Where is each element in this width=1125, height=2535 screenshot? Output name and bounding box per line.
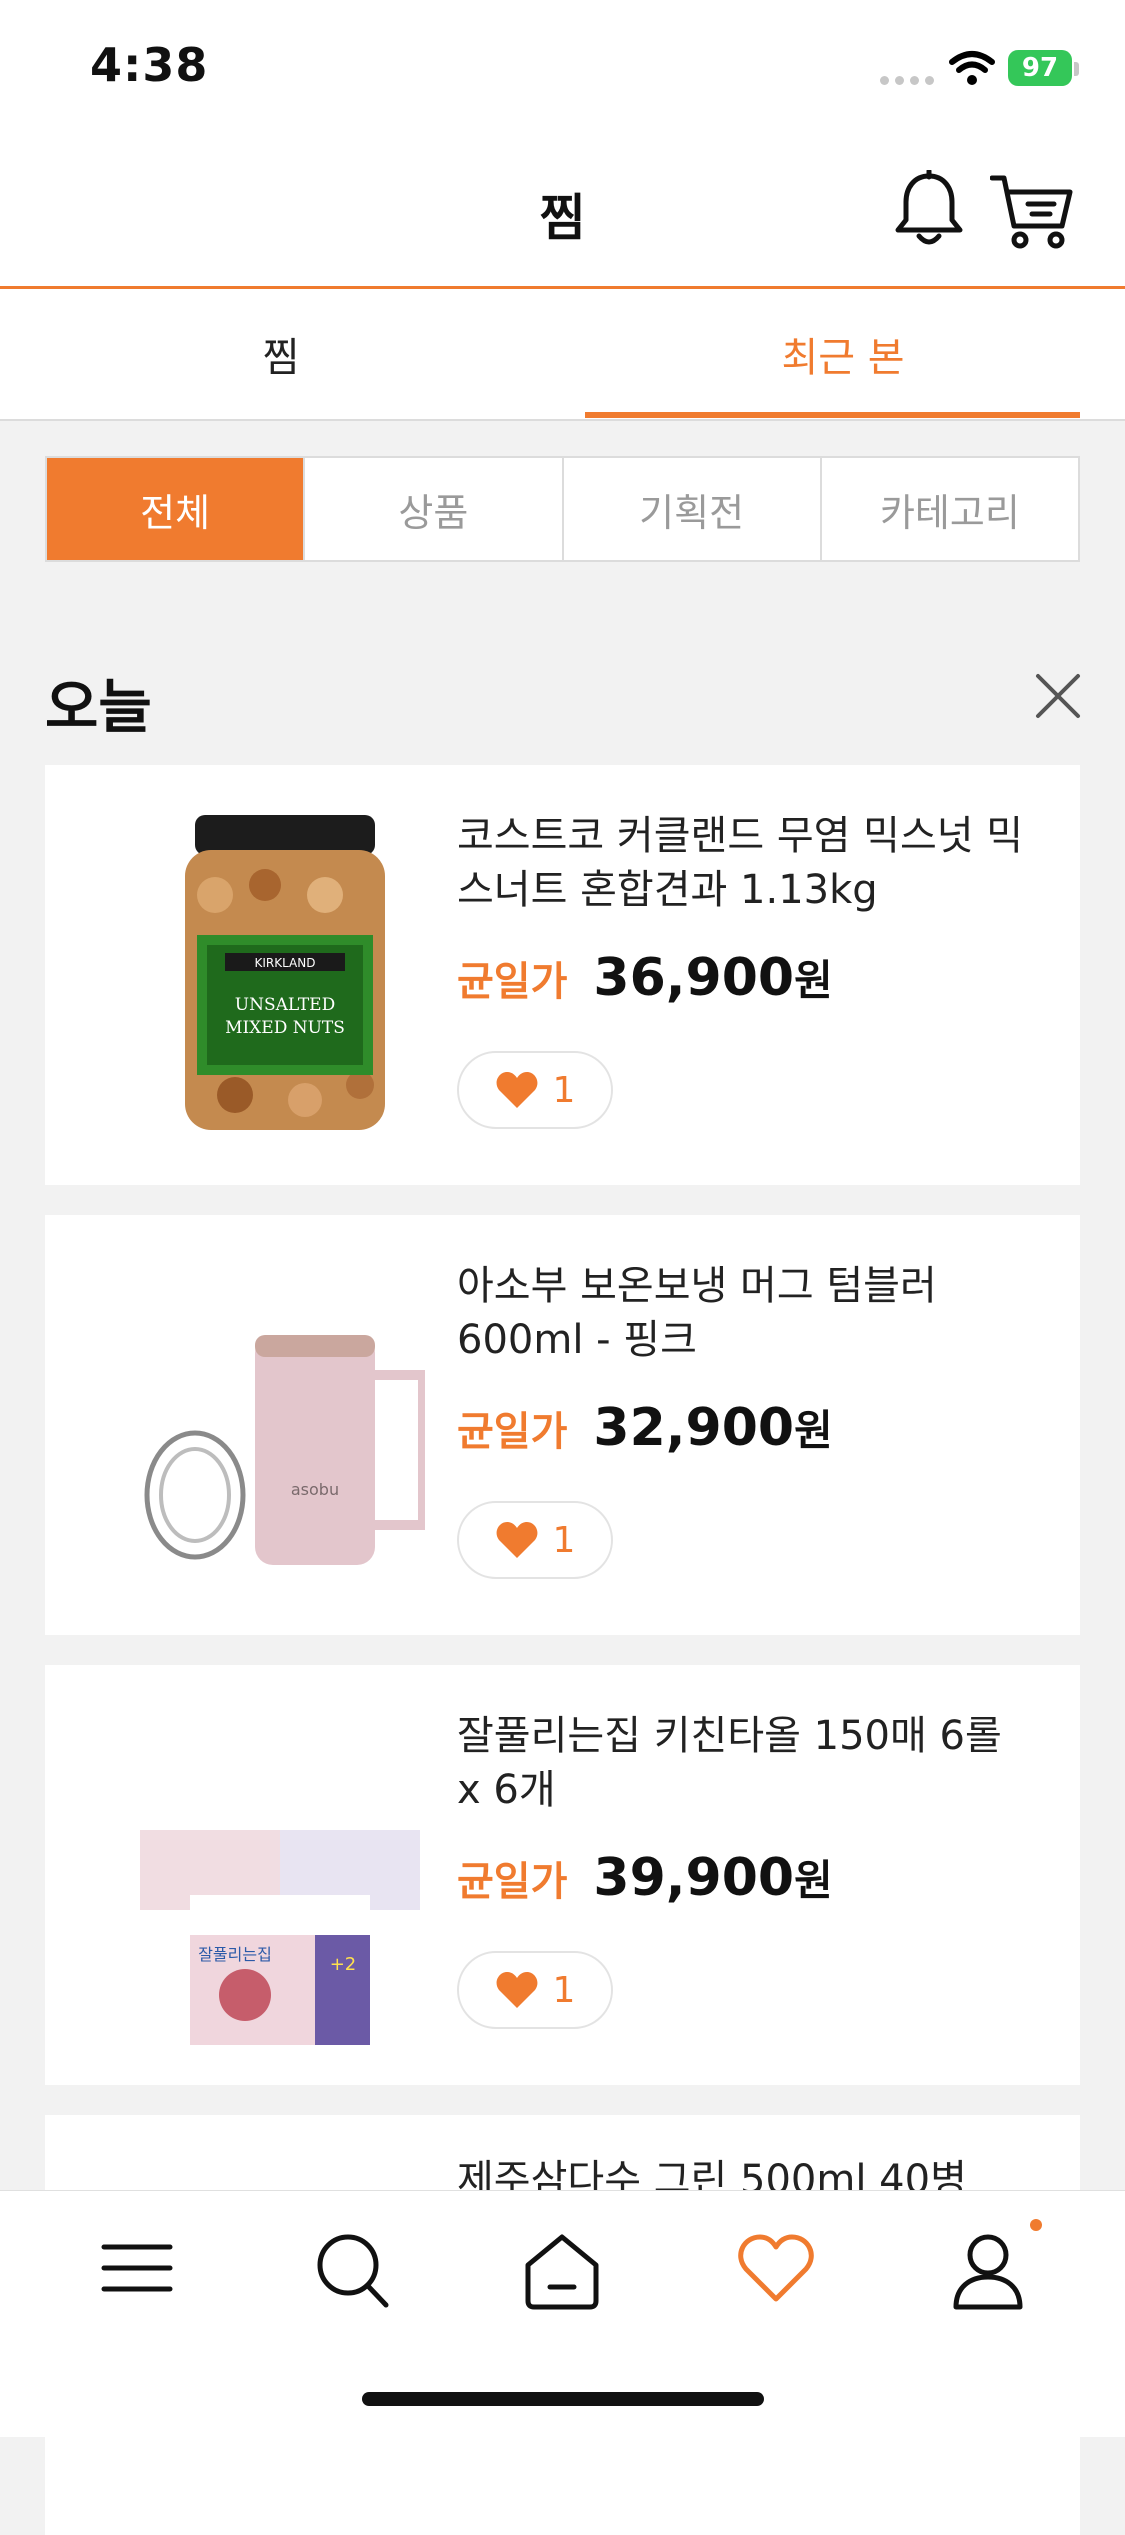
- svg-text:asobu: asobu: [291, 1480, 339, 1499]
- price-unit: 원: [794, 956, 833, 1005]
- tab-indicator: [585, 412, 1080, 418]
- svg-text:MIXED NUTS: MIXED NUTS: [225, 1018, 345, 1038]
- heart-icon: [496, 1522, 537, 1558]
- battery-level: 97: [1021, 53, 1059, 83]
- filter-products[interactable]: 상품: [303, 458, 561, 560]
- product-card[interactable]: 잘풀리는집 +2 잘풀리는집 키친타올 150매 6롤 x 6개 균일가 39,…: [45, 1665, 1080, 2085]
- svg-text:잘풀리는집: 잘풀리는집: [198, 1945, 272, 1964]
- like-button[interactable]: 1: [457, 1951, 613, 2029]
- section-title: 오늘: [45, 673, 152, 741]
- header: 찜: [0, 140, 1125, 289]
- product-title[interactable]: 코스트코 커클랜드 무염 믹스넛 믹스너트 혼합견과 1.13kg: [457, 809, 1037, 917]
- price-label: 균일가: [457, 1409, 568, 1455]
- like-count: 1: [552, 1069, 576, 1111]
- product-title[interactable]: 잘풀리는집 키친타올 150매 6롤 x 6개: [457, 1709, 1037, 1817]
- product-card[interactable]: asobu 아소부 보온보냉 머그 텀블러 600ml - 핑크 균일가 32,…: [45, 1215, 1080, 1635]
- price-value: 39,900: [593, 1848, 795, 1908]
- status-time: 4:38: [90, 38, 209, 92]
- filter-categories[interactable]: 카테고리: [819, 458, 1078, 560]
- like-button[interactable]: 1: [457, 1051, 613, 1129]
- heart-icon: [496, 1072, 537, 1108]
- wifi-icon: [949, 51, 995, 85]
- home-indicator: [362, 2392, 764, 2406]
- product-title[interactable]: 아소부 보온보냉 머그 텀블러 600ml - 핑크: [457, 1259, 1037, 1367]
- price-row: 균일가 32,900 원: [457, 1397, 833, 1458]
- tab-recently-viewed[interactable]: 최근 본: [562, 289, 1124, 419]
- battery-icon: 97: [1008, 50, 1072, 86]
- tabs: 찜 최근 본: [0, 289, 1125, 421]
- price-unit: 원: [794, 1856, 833, 1905]
- close-icon[interactable]: [1034, 672, 1082, 720]
- price-value: 32,900: [593, 1398, 795, 1458]
- profile-icon[interactable]: [952, 2231, 1024, 2311]
- like-count: 1: [552, 1969, 576, 2011]
- product-image-mixed-nuts[interactable]: KIRKLAND UNSALTED MIXED NUTS: [125, 805, 425, 1145]
- price-label: 균일가: [457, 959, 568, 1005]
- product-card[interactable]: KIRKLAND UNSALTED MIXED NUTS 코스트코 커클랜드 무…: [45, 765, 1080, 1185]
- heart-icon: [496, 1972, 537, 2008]
- tab-wishlist[interactable]: 찜: [0, 289, 562, 419]
- menu-icon[interactable]: [100, 2231, 174, 2305]
- bell-icon[interactable]: [892, 170, 966, 250]
- home-icon[interactable]: [522, 2231, 602, 2311]
- signal-icon: [880, 76, 934, 85]
- svg-text:UNSALTED: UNSALTED: [235, 995, 335, 1015]
- cart-icon[interactable]: [990, 172, 1076, 252]
- svg-text:+2: +2: [330, 1954, 357, 1975]
- product-image-tumbler[interactable]: asobu: [125, 1255, 425, 1595]
- like-button[interactable]: 1: [457, 1501, 613, 1579]
- status-bar: 4:38 97: [0, 0, 1125, 140]
- price-row: 균일가 36,900 원: [457, 947, 833, 1008]
- search-icon[interactable]: [314, 2231, 390, 2311]
- notification-dot: [1030, 2219, 1042, 2231]
- filter-all[interactable]: 전체: [47, 458, 304, 560]
- price-label: 균일가: [457, 1859, 568, 1905]
- svg-text:KIRKLAND: KIRKLAND: [254, 956, 315, 970]
- product-image-kitchen-towel[interactable]: 잘풀리는집 +2: [125, 1705, 425, 2045]
- price-row: 균일가 39,900 원: [457, 1847, 833, 1908]
- filter-segmented-control: 전체 상품 기획전 카테고리: [45, 456, 1080, 562]
- price-unit: 원: [794, 1406, 833, 1455]
- heart-icon[interactable]: [736, 2231, 816, 2305]
- price-value: 36,900: [593, 948, 795, 1008]
- filter-exhibitions[interactable]: 기획전: [561, 458, 820, 560]
- like-count: 1: [552, 1519, 576, 1561]
